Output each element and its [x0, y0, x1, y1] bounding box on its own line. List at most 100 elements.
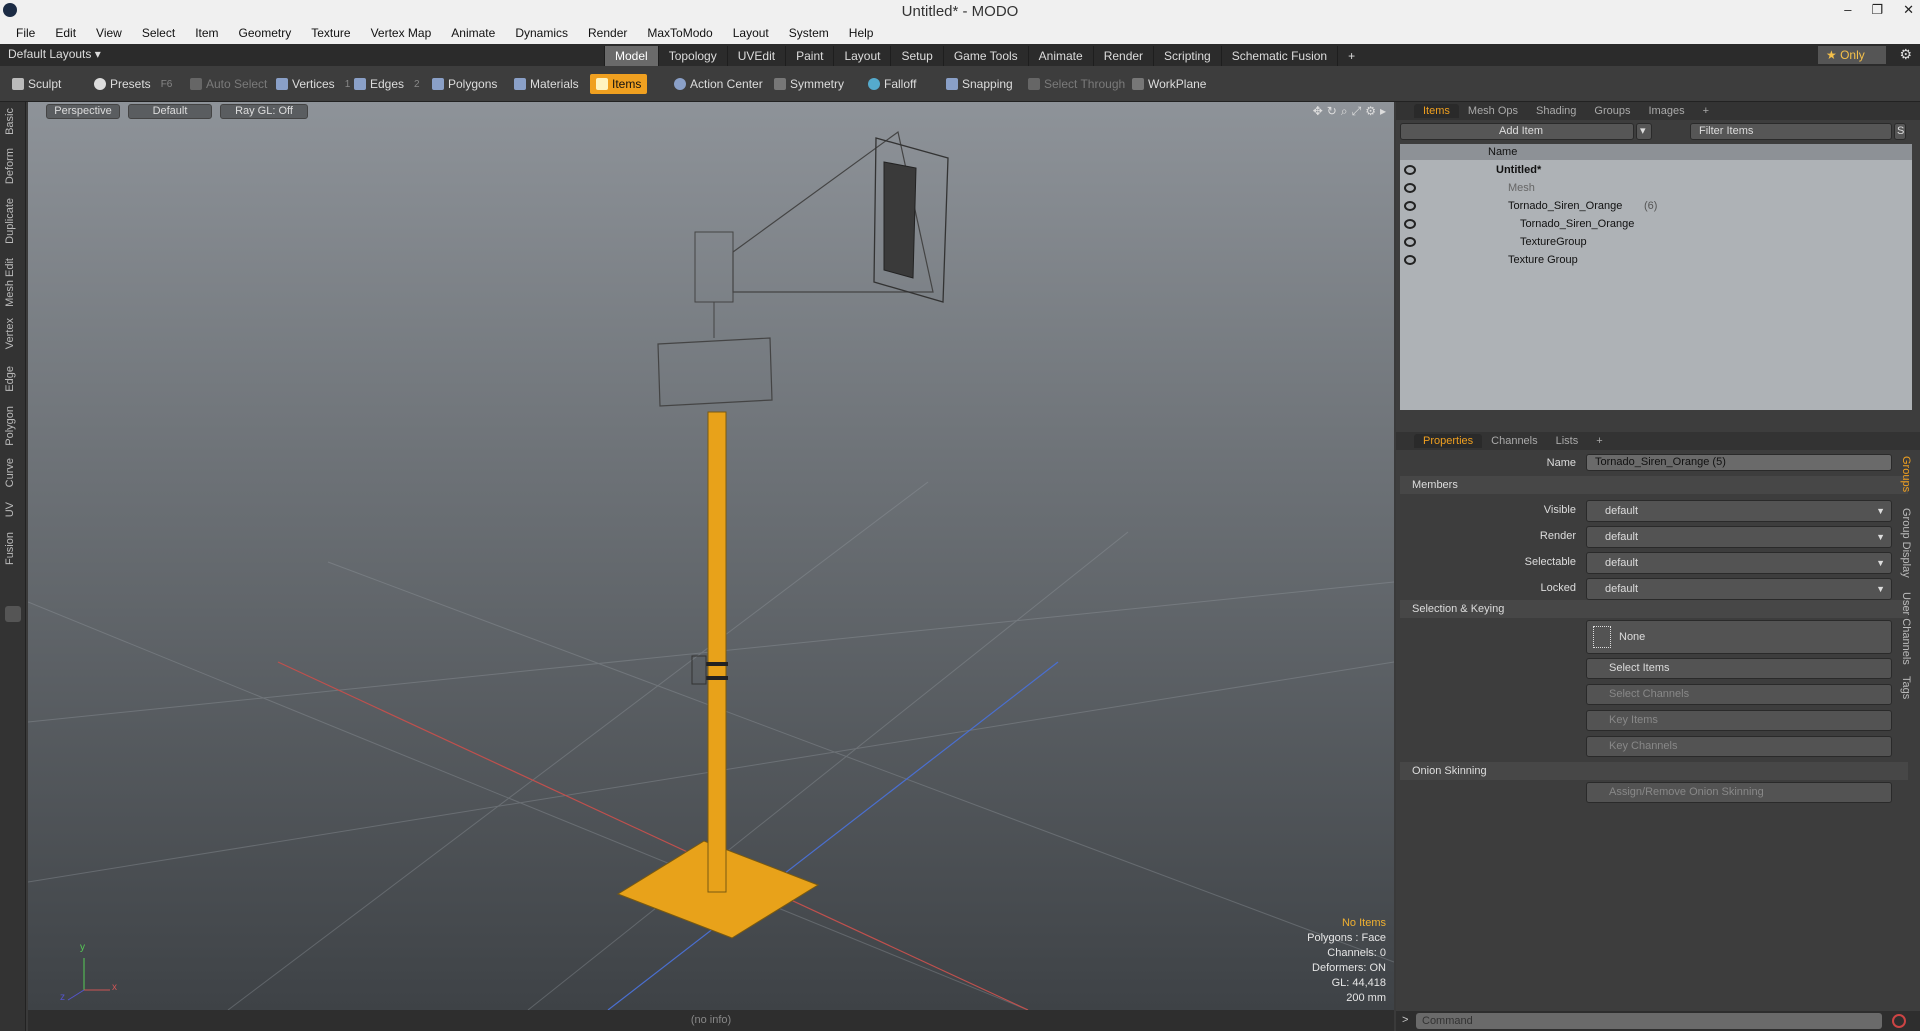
menu-texture[interactable]: Texture	[301, 26, 360, 40]
add-props-tab-button[interactable]: +	[1587, 434, 1611, 448]
locked-dropdown[interactable]: default ▼	[1586, 578, 1892, 600]
tab-topology[interactable]: Topology	[657, 46, 727, 66]
tab-shading[interactable]: Shading	[1527, 104, 1585, 118]
tab-channels[interactable]: Channels	[1482, 434, 1546, 448]
tab-properties[interactable]: Properties	[1414, 434, 1483, 448]
render-dropdown[interactable]: default ▼	[1586, 526, 1892, 548]
section-selection-keying[interactable]: Selection & Keying	[1400, 600, 1908, 618]
menu-help[interactable]: Help	[839, 26, 884, 40]
visible-dropdown[interactable]: default ▼	[1586, 500, 1892, 522]
tab-polygon[interactable]: Polygon	[4, 406, 16, 446]
list-item[interactable]: TextureGroup	[1400, 234, 1912, 252]
tab-setup[interactable]: Setup	[890, 46, 942, 66]
menu-select[interactable]: Select	[132, 26, 185, 40]
edges-button[interactable]: Edges 2	[348, 74, 426, 94]
chevron-down-icon[interactable]: ▾	[1636, 123, 1652, 140]
list-item[interactable]: Untitled*	[1400, 162, 1912, 180]
menu-render[interactable]: Render	[578, 26, 637, 40]
menu-dynamics[interactable]: Dynamics	[505, 26, 578, 40]
tab-scripting[interactable]: Scripting	[1153, 46, 1221, 66]
tab-fusion[interactable]: Fusion	[4, 532, 16, 565]
tab-curve[interactable]: Curve	[4, 458, 16, 487]
filter-items-input[interactable]: Filter Items	[1690, 123, 1892, 140]
tab-animate[interactable]: Animate	[1027, 46, 1093, 66]
symmetry-button[interactable]: Symmetry	[768, 74, 850, 94]
tab-lists[interactable]: Lists	[1547, 434, 1588, 448]
visibility-eye-icon[interactable]	[1404, 183, 1416, 193]
polygons-button[interactable]: Polygons	[426, 74, 503, 94]
section-onion-skinning[interactable]: Onion Skinning	[1400, 762, 1908, 780]
tab-uv[interactable]: UV	[4, 502, 16, 517]
tab-duplicate[interactable]: Duplicate	[4, 198, 16, 244]
add-panel-tab-button[interactable]: +	[1694, 104, 1718, 118]
tab-groups[interactable]: Groups	[1585, 104, 1639, 118]
menu-geometry[interactable]: Geometry	[229, 26, 302, 40]
visibility-eye-icon[interactable]	[1404, 165, 1416, 175]
workplane-button[interactable]: WorkPlane	[1126, 74, 1212, 94]
menu-animate[interactable]: Animate	[441, 26, 505, 40]
items-button[interactable]: Items	[590, 74, 648, 94]
sculpt-button[interactable]: Sculpt	[6, 74, 67, 94]
tab-model[interactable]: Model	[604, 46, 658, 66]
tab-game-tools[interactable]: Game Tools	[942, 46, 1028, 66]
tab-deform[interactable]: Deform	[4, 148, 16, 184]
minimize-button[interactable]: –	[1844, 2, 1851, 18]
only-toggle[interactable]: ★ Only	[1818, 46, 1886, 64]
tab-schematic-fusion[interactable]: Schematic Fusion	[1220, 46, 1337, 66]
add-tab-button[interactable]: +	[1337, 46, 1365, 66]
presets-button[interactable]: Presets F6	[88, 74, 178, 94]
menu-vertex-map[interactable]: Vertex Map	[361, 26, 442, 40]
side-tab-groups[interactable]: Groups	[1900, 456, 1912, 492]
side-tab-tags[interactable]: Tags	[1900, 676, 1912, 699]
materials-button[interactable]: Materials	[508, 74, 585, 94]
tab-basic[interactable]: Basic	[4, 108, 16, 135]
gear-icon[interactable]: ⚙	[1899, 46, 1912, 63]
strip-toggle-button[interactable]	[5, 606, 21, 622]
list-item[interactable]: Mesh	[1400, 180, 1912, 198]
select-channels-button[interactable]: Select Channels	[1586, 684, 1892, 705]
menu-view[interactable]: View	[86, 26, 132, 40]
tab-mesh-edit[interactable]: Mesh Edit	[4, 258, 16, 307]
visibility-eye-icon[interactable]	[1404, 219, 1416, 229]
section-members[interactable]: Members	[1400, 476, 1908, 494]
visibility-eye-icon[interactable]	[1404, 237, 1416, 247]
falloff-button[interactable]: Falloff	[862, 74, 922, 94]
record-icon[interactable]	[1892, 1014, 1906, 1028]
vertices-button[interactable]: Vertices 1	[270, 74, 356, 94]
command-input[interactable]: Command	[1416, 1013, 1882, 1029]
tab-render[interactable]: Render	[1092, 46, 1153, 66]
tab-images[interactable]: Images	[1640, 104, 1694, 118]
menu-item[interactable]: Item	[185, 26, 228, 40]
maximize-button[interactable]: ❐	[1871, 2, 1883, 18]
auto-select-button[interactable]: Auto Select	[184, 74, 273, 94]
visibility-eye-icon[interactable]	[1404, 255, 1416, 265]
menu-maxtomodo[interactable]: MaxToModo	[637, 26, 722, 40]
key-items-button[interactable]: Key Items	[1586, 710, 1892, 731]
select-through-button[interactable]: Select Through	[1022, 74, 1131, 94]
menu-file[interactable]: File	[6, 26, 45, 40]
list-item[interactable]: Tornado_Siren_Orange (6)	[1400, 198, 1912, 216]
select-items-button[interactable]: Select Items	[1586, 658, 1892, 679]
onion-skinning-button[interactable]: Assign/Remove Onion Skinning	[1586, 782, 1892, 803]
add-item-button[interactable]: Add Item	[1400, 123, 1634, 140]
tab-layout[interactable]: Layout	[833, 46, 890, 66]
menu-system[interactable]: System	[779, 26, 839, 40]
tab-items[interactable]: Items	[1414, 104, 1459, 118]
none-button[interactable]: None	[1586, 620, 1892, 654]
action-center-button[interactable]: Action Center	[668, 74, 769, 94]
menu-edit[interactable]: Edit	[45, 26, 86, 40]
side-tab-user-channels[interactable]: User Channels	[1900, 592, 1912, 665]
side-tab-group-display[interactable]: Group Display	[1900, 508, 1912, 578]
tab-uvedit[interactable]: UVEdit	[726, 46, 785, 66]
menu-layout[interactable]: Layout	[723, 26, 779, 40]
close-button[interactable]: ✕	[1903, 2, 1914, 18]
key-channels-button[interactable]: Key Channels	[1586, 736, 1892, 757]
snapping-button[interactable]: Snapping	[940, 74, 1019, 94]
viewport-3d[interactable]: Perspective Default Ray GL: Off ✥ ↻ ⌕ ⤢ …	[28, 102, 1394, 1010]
search-icon[interactable]: S	[1894, 123, 1906, 140]
tab-edge[interactable]: Edge	[4, 366, 16, 392]
list-item[interactable]: Tornado_Siren_Orange	[1400, 216, 1912, 234]
visibility-eye-icon[interactable]	[1404, 201, 1416, 211]
list-item[interactable]: Texture Group	[1400, 252, 1912, 270]
name-field[interactable]: Tornado_Siren_Orange (5)	[1586, 454, 1892, 471]
